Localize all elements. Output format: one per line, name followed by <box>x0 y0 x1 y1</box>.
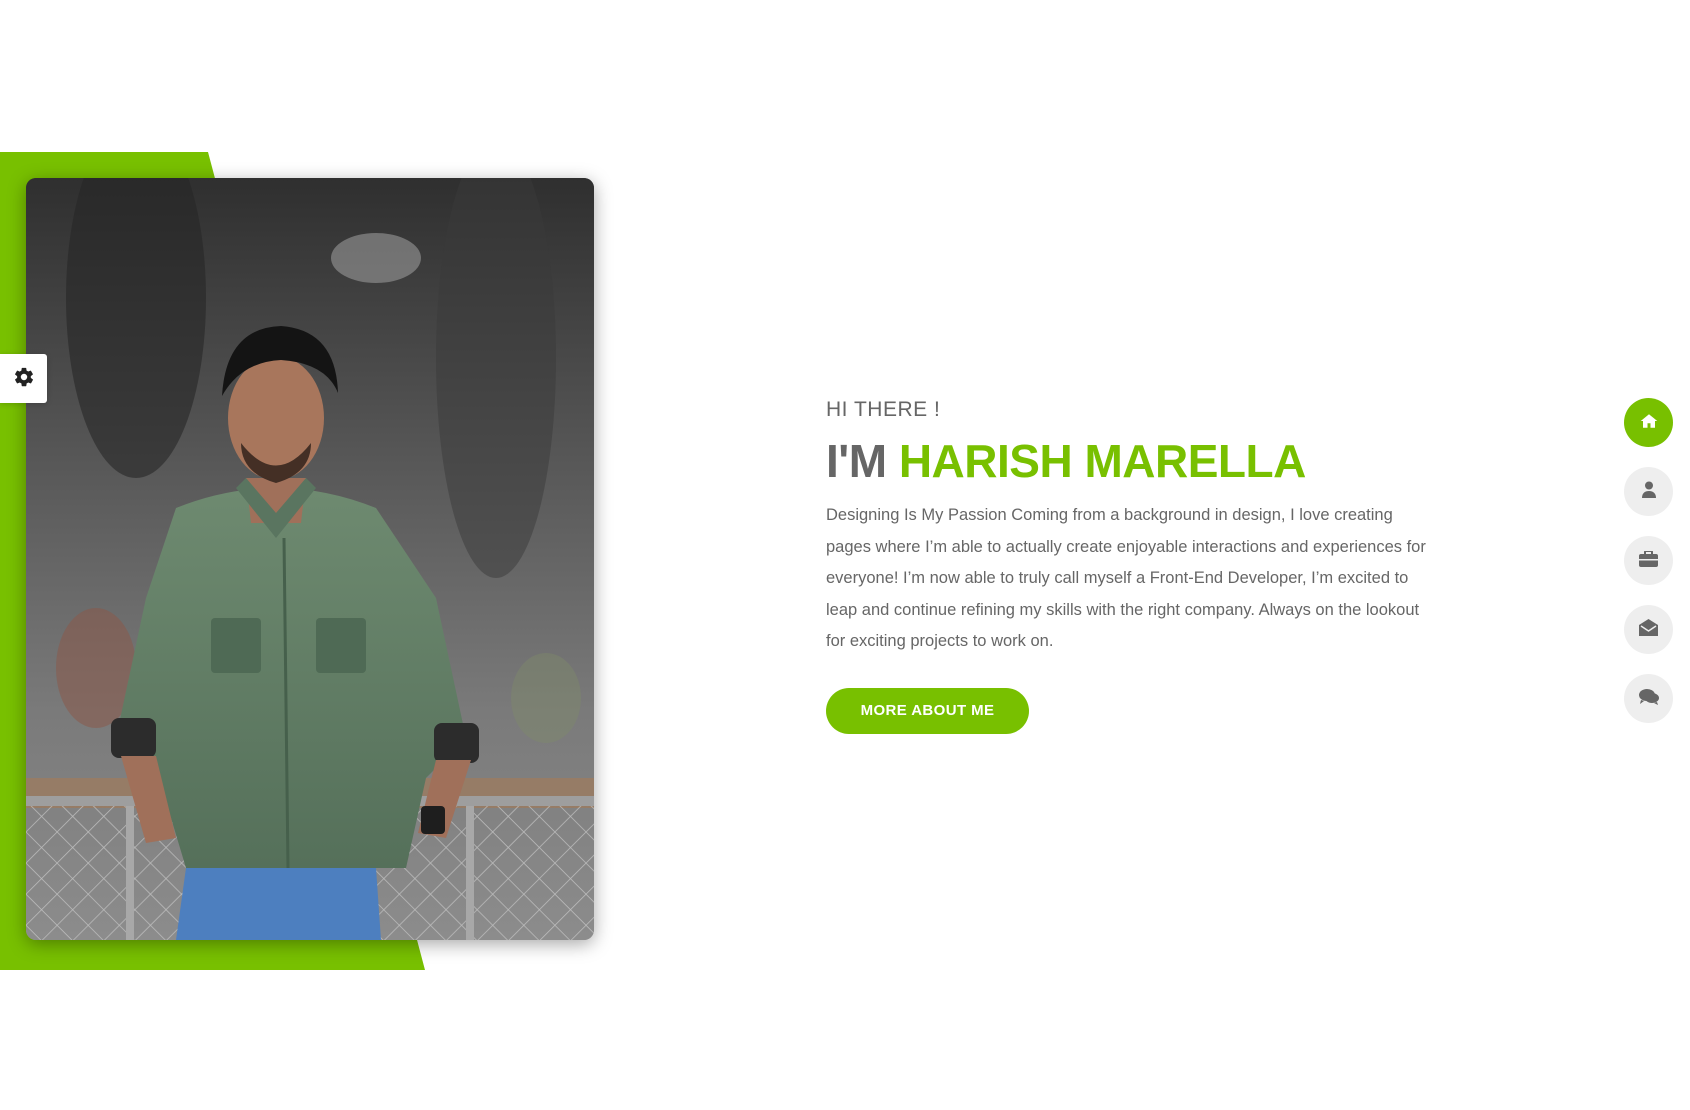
name-prefix: I'M <box>826 435 887 487</box>
settings-toggle-button[interactable] <box>0 354 47 403</box>
name-text: HARISH MARELLA <box>898 435 1306 487</box>
nav-about-button[interactable] <box>1624 467 1673 516</box>
name-heading: I'M HARISH MARELLA <box>826 434 1426 488</box>
nav-portfolio-button[interactable] <box>1624 536 1673 585</box>
gear-icon <box>13 366 35 392</box>
envelope-open-icon <box>1639 619 1658 640</box>
home-page: HI THERE ! I'M HARISH MARELLA Designing … <box>0 0 1690 1110</box>
user-icon <box>1641 481 1656 502</box>
side-navigation <box>1624 398 1674 743</box>
more-about-me-button[interactable]: MORE ABOUT ME <box>826 687 1029 734</box>
nav-blog-button[interactable] <box>1624 674 1673 723</box>
nav-contact-button[interactable] <box>1624 605 1673 654</box>
greeting-text: HI THERE ! <box>826 398 941 421</box>
intro-section: HI THERE ! I'M HARISH MARELLA Designing … <box>826 398 1426 734</box>
home-icon <box>1640 413 1658 433</box>
briefcase-icon <box>1639 549 1658 571</box>
profile-photo-illustration <box>26 178 594 940</box>
nav-home-button[interactable] <box>1624 398 1673 447</box>
comments-icon <box>1638 688 1659 709</box>
bio-text: Designing Is My Passion Coming from a ba… <box>826 506 1426 650</box>
profile-photo <box>26 178 594 940</box>
